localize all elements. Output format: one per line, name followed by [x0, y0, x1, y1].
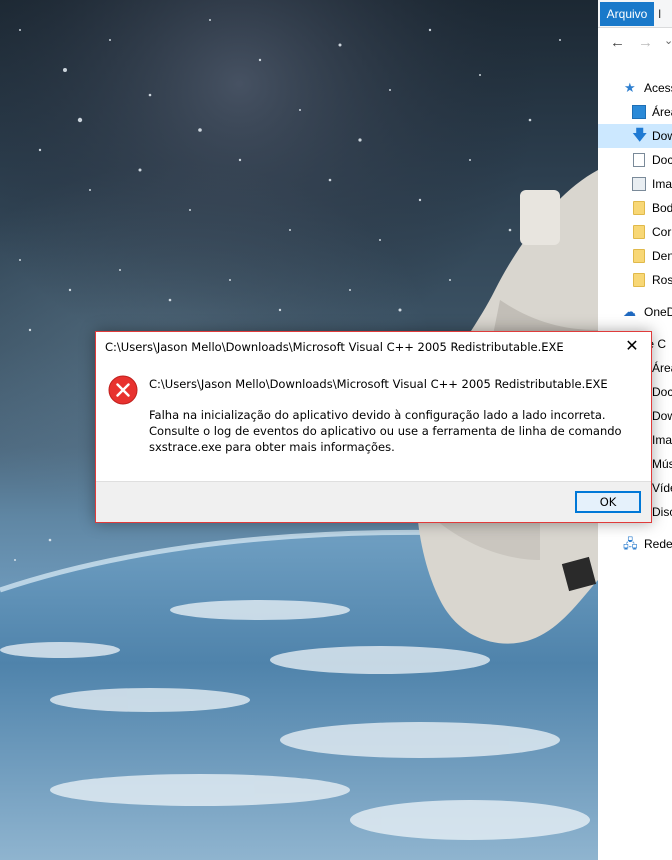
ok-button[interactable]: OK [575, 491, 641, 513]
tree-item-label: Acess [644, 81, 672, 95]
error-dialog: C:\Users\Jason Mello\Downloads\Microsoft… [95, 331, 652, 523]
back-arrow-icon[interactable]: ← [610, 34, 625, 51]
tree-item-label: Den [652, 249, 672, 263]
forward-arrow-icon[interactable]: → [638, 34, 653, 51]
explorer-ribbon: Arquivo I [598, 0, 672, 28]
tree-item-folder[interactable]: Cor [598, 220, 672, 244]
folder-icon [633, 225, 645, 239]
dialog-title: C:\Users\Jason Mello\Downloads\Microsoft… [105, 340, 564, 354]
tree-item-desktop[interactable]: Área [598, 100, 672, 124]
tree-item-label: Ima [652, 433, 672, 447]
error-message: Falha na inicialização do aplicativo dev… [149, 408, 622, 454]
tree-item-downloads[interactable]: 🡇 Dow [598, 124, 672, 148]
dialog-footer: OK [96, 481, 651, 522]
error-icon [108, 375, 138, 405]
image-icon [632, 177, 646, 191]
tree-item-label: Área [652, 361, 672, 375]
tree-item-images[interactable]: Ima [598, 172, 672, 196]
tree-item-folder[interactable]: Bod [598, 196, 672, 220]
desktop-icon [632, 105, 646, 119]
tab-inicio[interactable]: I [656, 2, 661, 26]
tree-item-label: Doc [652, 153, 672, 167]
network-icon: 🖧 [623, 536, 638, 551]
tab-arquivo[interactable]: Arquivo [600, 2, 654, 26]
document-icon [633, 153, 645, 167]
tree-item-label: Ros [652, 273, 672, 287]
explorer-navbar: ← → ⌄ [598, 28, 672, 58]
tree-item-documents[interactable]: Doc [598, 148, 672, 172]
tree-item-label: Víde [652, 481, 672, 495]
recent-locations-chevron-icon[interactable]: ⌄ [664, 34, 672, 47]
tree-item-label: Dow [652, 129, 672, 143]
dialog-titlebar[interactable]: C:\Users\Jason Mello\Downloads\Microsoft… [96, 332, 651, 362]
tree-item-label: Rede [644, 537, 672, 551]
download-icon: 🡇 [632, 127, 648, 144]
cloud-icon: ☁ [623, 304, 636, 319]
tree-item-label: Cor [652, 225, 672, 239]
tree-item-network[interactable]: 🖧 Rede [598, 532, 672, 556]
dialog-body: C:\Users\Jason Mello\Downloads\Microsoft… [96, 362, 651, 481]
tree-item-folder[interactable]: Den [598, 244, 672, 268]
tree-item-label: Músi [652, 457, 672, 471]
tree-item-label: Bod [652, 201, 672, 215]
tree-item-label: Disc [652, 505, 672, 519]
tree-item-label: Ima [652, 177, 672, 191]
tree-item-label: Doc [652, 385, 672, 399]
tree-item-onedrive[interactable]: ☁ OneD [598, 300, 672, 324]
tree-item-quick-access[interactable]: ★ Acess [598, 76, 672, 100]
star-icon: ★ [624, 80, 636, 95]
folder-icon [633, 249, 645, 263]
close-icon[interactable]: ✕ [619, 335, 645, 359]
tree-item-label: Dow [652, 409, 672, 423]
folder-icon [633, 273, 645, 287]
folder-icon [633, 201, 645, 215]
tree-item-label: OneD [644, 305, 672, 319]
tree-item-label: Área [652, 105, 672, 119]
error-file-path: C:\Users\Jason Mello\Downloads\Microsoft… [149, 377, 608, 391]
tree-item-folder[interactable]: Ros [598, 268, 672, 292]
